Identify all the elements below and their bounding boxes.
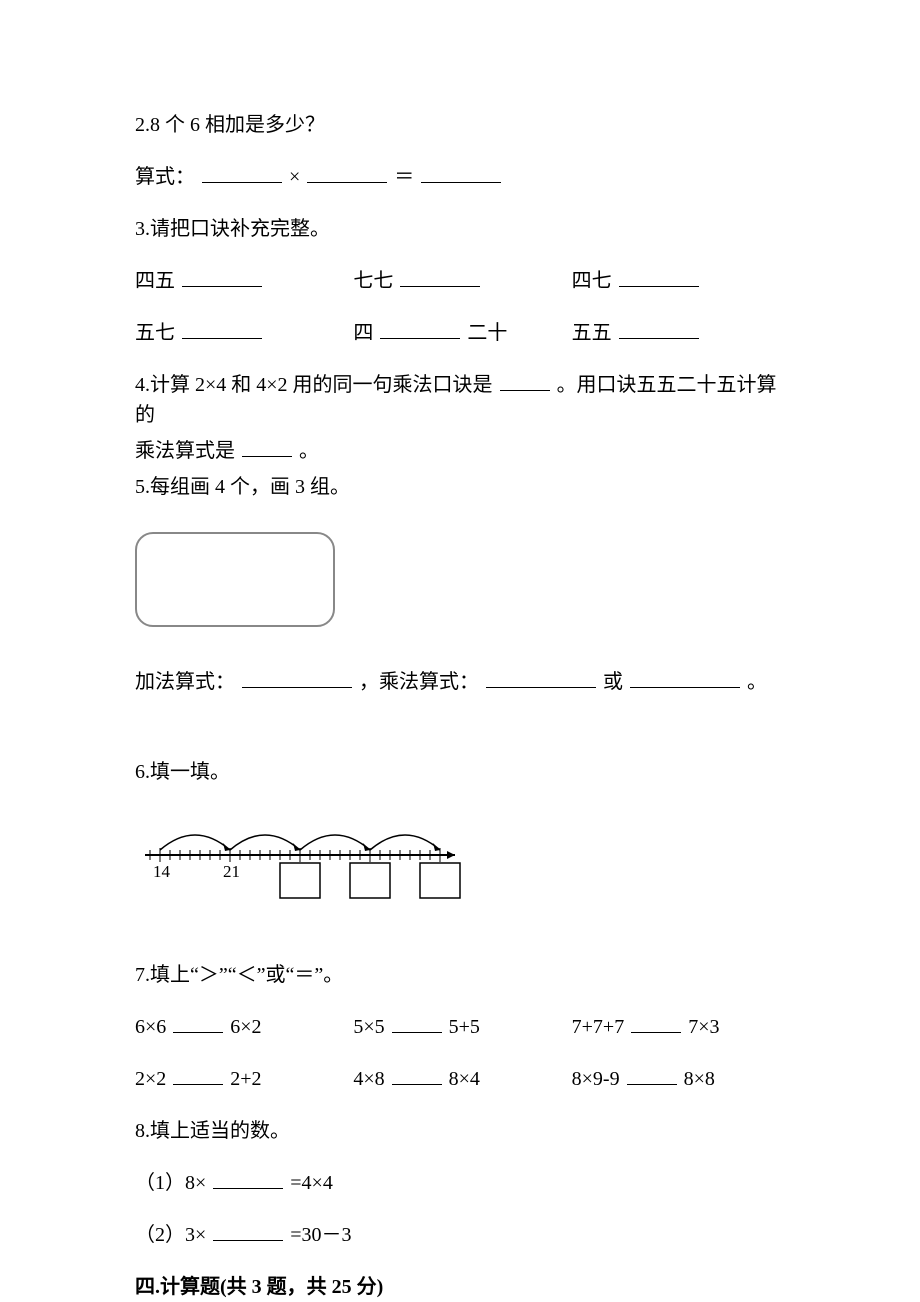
q6-prompt: 6.填一填。 bbox=[135, 757, 790, 787]
q3-r2c2a: 四 bbox=[353, 322, 373, 344]
q3-r2c3: 五五 bbox=[572, 322, 612, 344]
q4-part3: 乘法算式是 bbox=[135, 440, 235, 462]
q5-bottom-a: 加法算式： bbox=[135, 671, 235, 693]
q4-blank-2[interactable] bbox=[242, 437, 292, 457]
q4-part1: 4.计算 2×4 和 4×2 用的同一句乘法口诀是 bbox=[135, 374, 493, 396]
q8-prompt: 8.填上适当的数。 bbox=[135, 1116, 790, 1146]
q7-r2c2-blank[interactable] bbox=[392, 1065, 442, 1085]
q7-r1c3b: 7×3 bbox=[688, 1016, 719, 1038]
q5-prompt: 5.每组画 4 个，画 3 组。 bbox=[135, 472, 790, 502]
q2-times: × bbox=[289, 166, 300, 188]
q3-r2c1-blank[interactable] bbox=[182, 319, 262, 339]
q3-r1c3: 四七 bbox=[572, 270, 612, 292]
q6-box-3[interactable] bbox=[420, 863, 460, 898]
q7-r2c2a: 4×8 bbox=[353, 1068, 384, 1090]
q3-r1c1: 四五 bbox=[135, 270, 175, 292]
q3-row1: 四五 七七 四七 bbox=[135, 266, 790, 296]
q7-r1c3-blank[interactable] bbox=[631, 1013, 681, 1033]
q7-r2c3a: 8×9-9 bbox=[572, 1068, 620, 1090]
q5-blank-mul1[interactable] bbox=[486, 668, 596, 688]
q2-eq: ＝ bbox=[394, 166, 414, 188]
q3-r1c2: 七七 bbox=[353, 270, 393, 292]
q8-item2: （2）3× =30－3 bbox=[135, 1220, 790, 1250]
q2-equation: 算式： × ＝ bbox=[135, 162, 790, 192]
q3-r2c3-blank[interactable] bbox=[619, 319, 699, 339]
q6-box-1[interactable] bbox=[280, 863, 320, 898]
q7-row1: 6×6 6×2 5×5 5+5 7+7+7 7×3 bbox=[135, 1012, 790, 1042]
q7-r2c1b: 2+2 bbox=[230, 1068, 261, 1090]
q5-blank-mul2[interactable] bbox=[630, 668, 740, 688]
q2-blank-2[interactable] bbox=[307, 163, 387, 183]
q5-bottom-c: 或 bbox=[603, 671, 623, 693]
q7-r1c2a: 5×5 bbox=[353, 1016, 384, 1038]
q2-blank-3[interactable] bbox=[421, 163, 501, 183]
q3-prompt: 3.请把口诀补充完整。 bbox=[135, 214, 790, 244]
q5-bottom: 加法算式： ，乘法算式： 或 。 bbox=[135, 667, 790, 697]
q7-r1c1-blank[interactable] bbox=[173, 1013, 223, 1033]
q8-item1: （1）8× =4×4 bbox=[135, 1168, 790, 1198]
q5-blank-add[interactable] bbox=[242, 668, 352, 688]
q6-tick1: 14 bbox=[153, 862, 171, 881]
q7-r1c1b: 6×2 bbox=[230, 1016, 261, 1038]
q7-r2c1a: 2×2 bbox=[135, 1068, 166, 1090]
q5-draw-box[interactable] bbox=[135, 532, 335, 627]
section4-heading: 四.计算题(共 3 题，共 25 分) bbox=[135, 1272, 790, 1302]
q3-r2c2-blank[interactable] bbox=[380, 319, 460, 339]
q4-line1: 4.计算 2×4 和 4×2 用的同一句乘法口诀是 。用口诀五五二十五计算的 bbox=[135, 370, 790, 430]
q3-r1c3-blank[interactable] bbox=[619, 267, 699, 287]
q3-r1c2-blank[interactable] bbox=[400, 267, 480, 287]
q5-bottom-b: ，乘法算式： bbox=[359, 671, 479, 693]
q6-tick2: 21 bbox=[223, 862, 240, 881]
q7-r1c2b: 5+5 bbox=[449, 1016, 480, 1038]
number-line-svg: 14 21 bbox=[135, 815, 465, 910]
q3-r1c1-blank[interactable] bbox=[182, 267, 262, 287]
q4-line2: 乘法算式是 。 bbox=[135, 436, 790, 466]
q7-r2c1-blank[interactable] bbox=[173, 1065, 223, 1085]
q7-r2c2b: 8×4 bbox=[449, 1068, 480, 1090]
q7-r2c3b: 8×8 bbox=[684, 1068, 715, 1090]
q8-item1a: （1）8× bbox=[135, 1172, 206, 1194]
q7-row2: 2×2 2+2 4×8 8×4 8×9-9 8×8 bbox=[135, 1064, 790, 1094]
q3-row2: 五七 四 二十 五五 bbox=[135, 318, 790, 348]
q8-item2b: =30－3 bbox=[290, 1224, 351, 1246]
q3-r2c2b: 二十 bbox=[467, 322, 507, 344]
q2-prompt: 2.8 个 6 相加是多少？ bbox=[135, 110, 790, 140]
q4-part4: 。 bbox=[299, 440, 319, 462]
q8-item1b: =4×4 bbox=[290, 1172, 333, 1194]
q6-number-line: 14 21 bbox=[135, 815, 790, 910]
q8-item2a: （2）3× bbox=[135, 1224, 206, 1246]
q3-r2c1: 五七 bbox=[135, 322, 175, 344]
q7-r2c3-blank[interactable] bbox=[627, 1065, 677, 1085]
q2-label: 算式： bbox=[135, 166, 195, 188]
q7-r1c3a: 7+7+7 bbox=[572, 1016, 625, 1038]
q6-box-2[interactable] bbox=[350, 863, 390, 898]
q8-item2-blank[interactable] bbox=[213, 1221, 283, 1241]
q7-prompt: 7.填上“＞”“＜”或“＝”。 bbox=[135, 960, 790, 990]
q5-bottom-d: 。 bbox=[747, 671, 767, 693]
q7-r1c1a: 6×6 bbox=[135, 1016, 166, 1038]
q7-r1c2-blank[interactable] bbox=[392, 1013, 442, 1033]
q8-item1-blank[interactable] bbox=[213, 1169, 283, 1189]
q2-blank-1[interactable] bbox=[202, 163, 282, 183]
q4-blank-1[interactable] bbox=[500, 371, 550, 391]
